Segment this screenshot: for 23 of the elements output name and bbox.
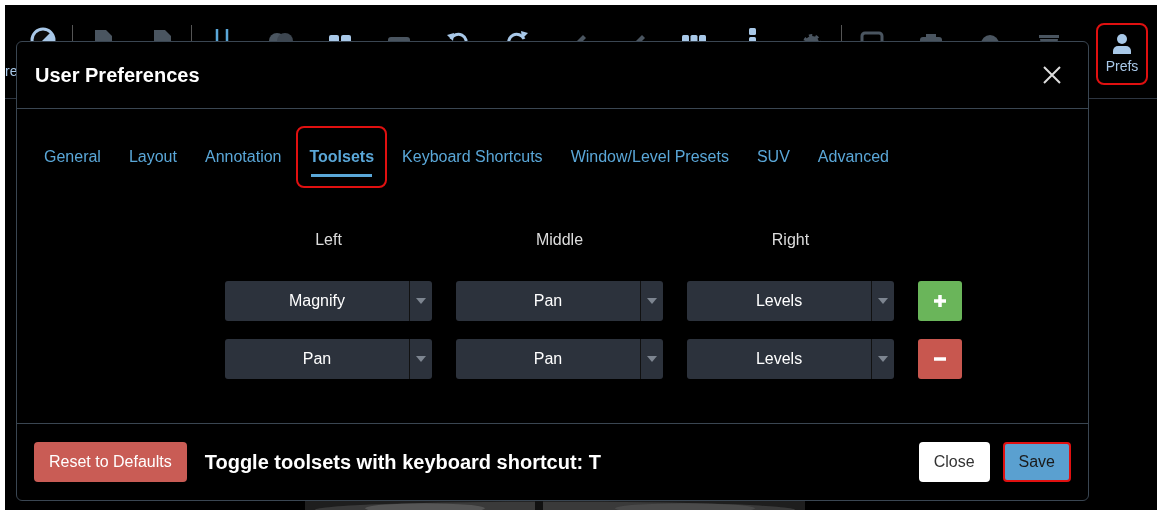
dialog-title: User Preferences: [35, 63, 200, 87]
tab[interactable]: Toolsets: [296, 126, 388, 188]
tab[interactable]: Keyboard Shortcuts: [389, 126, 556, 188]
tool-dropdown[interactable]: Magnify: [225, 281, 432, 321]
tool-dropdown[interactable]: Pan: [456, 281, 663, 321]
tool-dropdown[interactable]: Pan: [225, 339, 432, 379]
tool-dropdown[interactable]: Pan: [456, 339, 663, 379]
column-header: Middle: [534, 231, 585, 249]
tool-dropdown[interactable]: Levels: [687, 281, 894, 321]
tab[interactable]: Window/Level Presets: [557, 126, 742, 188]
column-header: Left: [314, 231, 343, 249]
tab[interactable]: SUV: [743, 126, 803, 188]
prefs-button[interactable]: Prefs: [1096, 23, 1148, 85]
tab[interactable]: General: [31, 126, 114, 188]
reset-button[interactable]: Reset to Defaults: [34, 442, 187, 482]
save-button[interactable]: Save: [1002, 442, 1071, 482]
column-header: Right: [770, 231, 811, 249]
tab[interactable]: Layout: [115, 126, 190, 188]
shortcut-hint: Toggle toolsets with keyboard shortcut: T: [204, 450, 602, 474]
tab[interactable]: Annotation: [191, 126, 295, 188]
tool-dropdown[interactable]: Levels: [687, 339, 894, 379]
tab[interactable]: Advanced: [804, 126, 902, 188]
close-button[interactable]: Close: [918, 442, 990, 482]
